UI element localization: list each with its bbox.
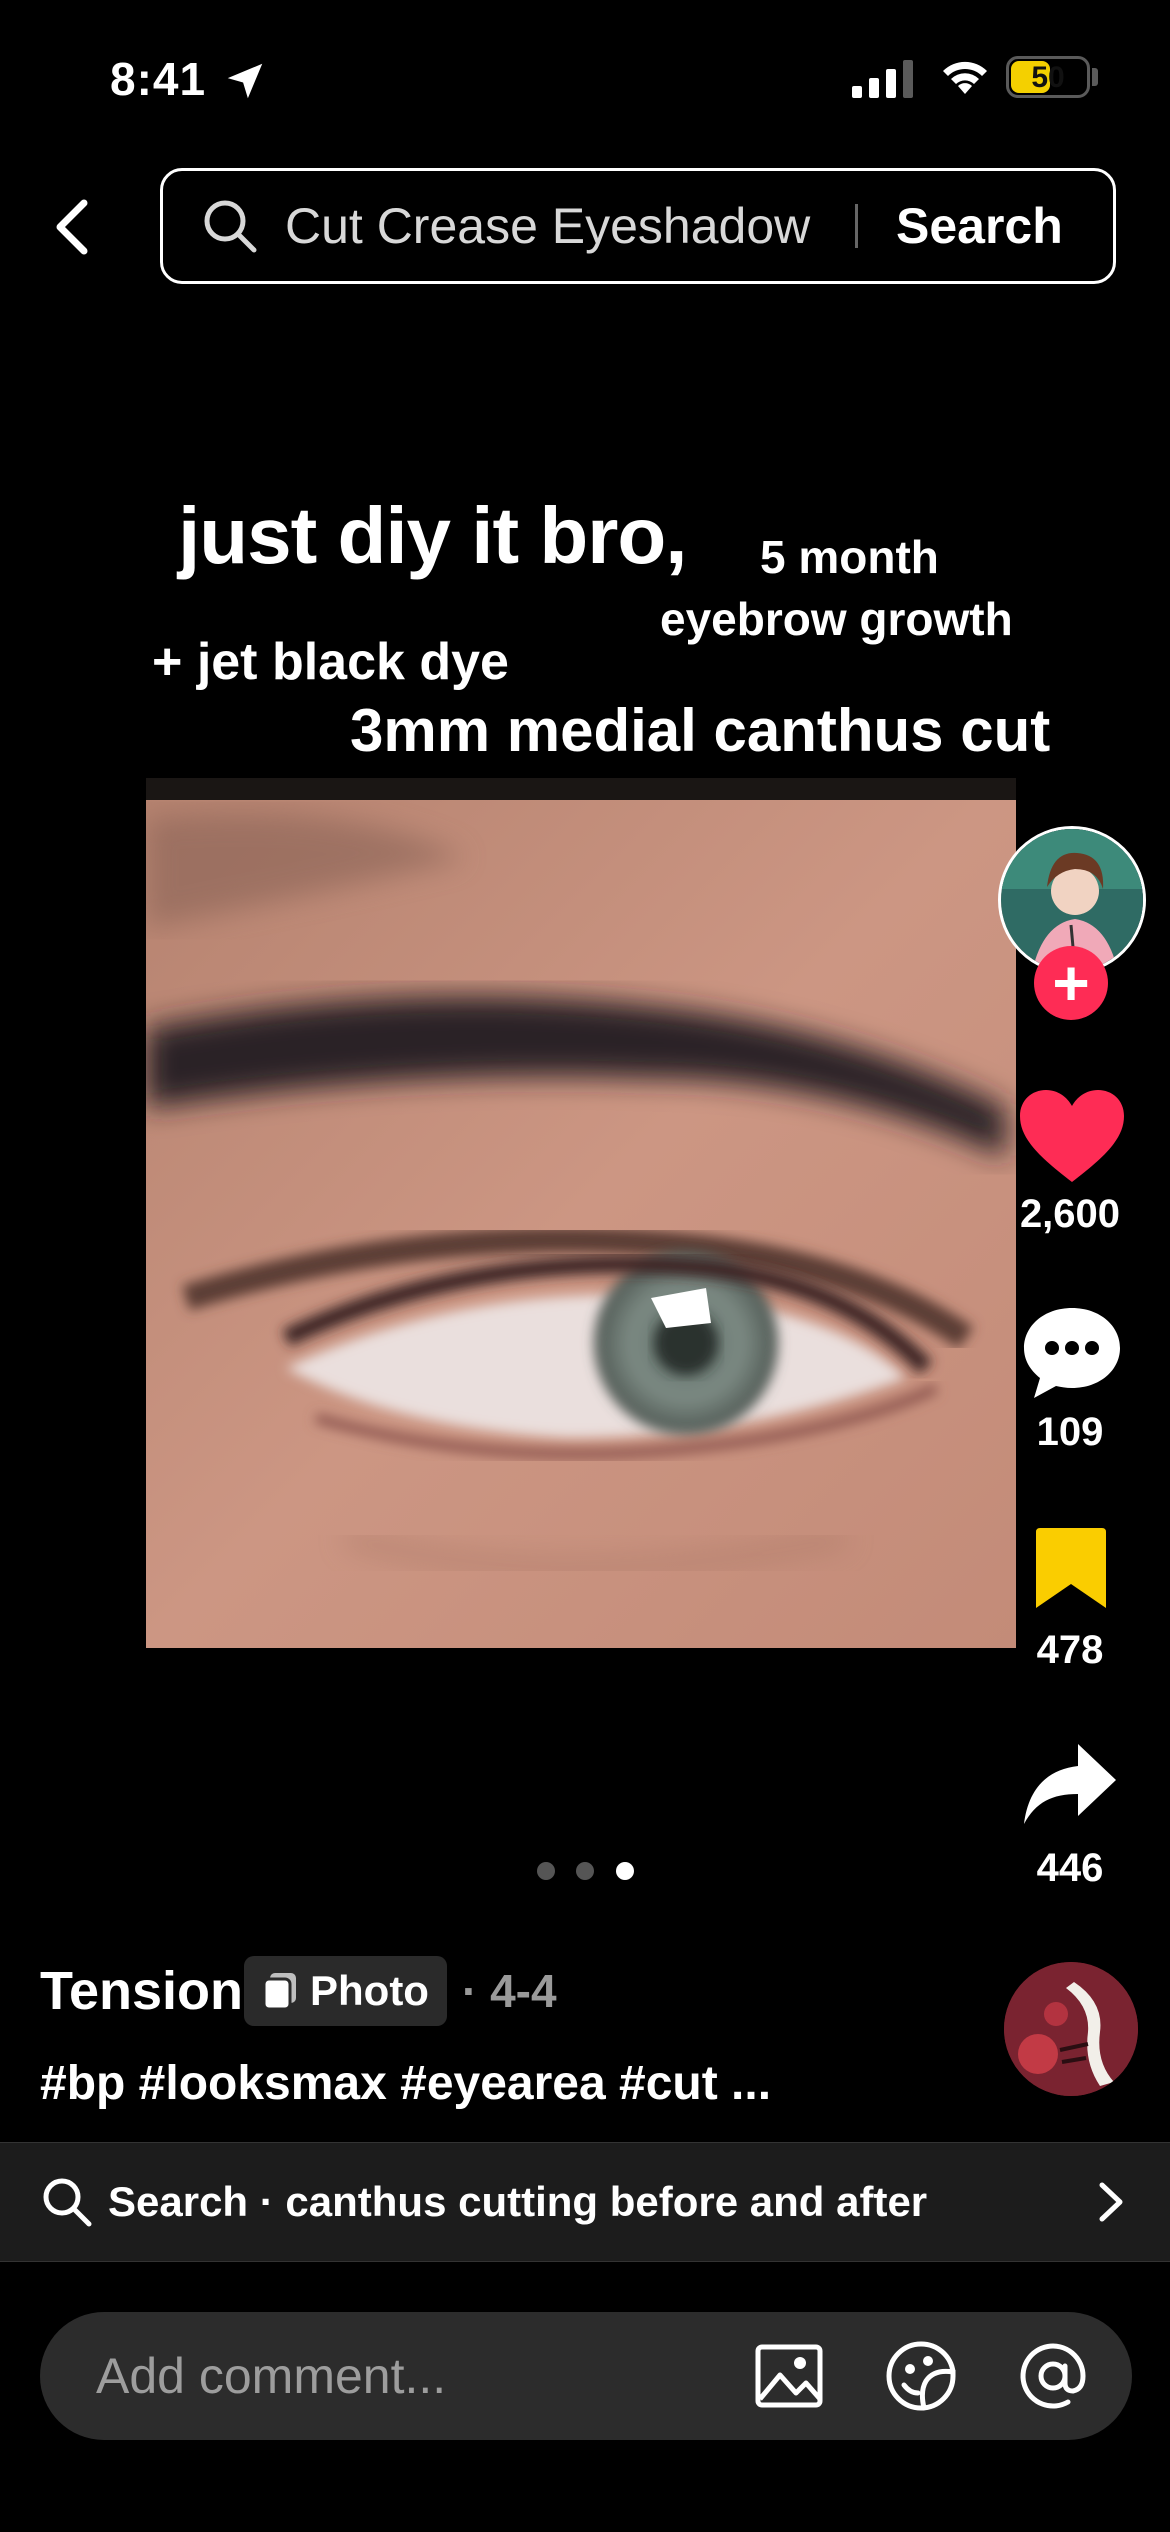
search-icon	[204, 200, 257, 253]
music-disc-image	[1004, 1962, 1138, 2096]
image-icon[interactable]	[752, 2339, 826, 2413]
mention-at-icon[interactable]	[1016, 2339, 1090, 2413]
pager-dot-active	[616, 1862, 634, 1880]
photo-badge-label: Photo	[310, 1967, 429, 2014]
share-count: 446	[1036, 1846, 1104, 1890]
post-caption[interactable]: #bp #looksmax #eyearea #cut ...	[40, 2056, 771, 2111]
search-icon	[43, 2178, 92, 2227]
post-date: · 4-4	[462, 1965, 557, 2017]
search-bar[interactable]: Cut Crease Eyeshadow Search	[160, 168, 1116, 284]
battery-cap	[1092, 68, 1098, 86]
search-divider	[855, 204, 858, 248]
comment-bubble-icon[interactable]	[1020, 1304, 1124, 1400]
bookmark-icon[interactable]	[1034, 1526, 1108, 1610]
search-button[interactable]: Search	[896, 197, 1063, 255]
share-arrow-icon[interactable]	[1022, 1742, 1118, 1826]
battery-icon: 50	[1006, 56, 1090, 98]
author-name[interactable]: Tension	[40, 1960, 243, 2022]
music-disc[interactable]	[1004, 1962, 1138, 2096]
pager-dot	[537, 1862, 555, 1880]
save-count: 478	[1036, 1628, 1104, 1672]
wifi-icon	[943, 61, 987, 94]
chevron-left-icon	[56, 199, 88, 255]
photo-type-badge: Photo	[244, 1956, 447, 2026]
location-arrow-icon	[227, 63, 263, 99]
post-photo[interactable]	[146, 778, 1016, 1648]
status-time: 8:41	[110, 53, 207, 105]
cellular-signal-icon	[852, 60, 913, 98]
overlay-text-line-4: + jet black dye	[152, 633, 509, 691]
back-button[interactable]	[40, 190, 104, 264]
overlay-text-line-3: eyebrow growth	[660, 593, 1013, 645]
overlay-text-line-2: 5 month	[760, 531, 939, 583]
emoji-sticker-icon[interactable]	[884, 2339, 958, 2413]
photo-stack-icon	[262, 1973, 296, 2011]
related-search-bar[interactable]: Search · canthus cutting before and afte…	[0, 2142, 1170, 2262]
chevron-right-icon	[1099, 2182, 1123, 2222]
comment-input-bar[interactable]: Add comment...	[40, 2312, 1132, 2440]
related-search-text: Search · canthus cutting before and afte…	[108, 2178, 928, 2225]
search-input[interactable]: Cut Crease Eyeshadow	[285, 197, 845, 255]
overlay-text-line-1: just diy it bro,	[178, 491, 687, 580]
eye-closeup-image	[146, 778, 1016, 1648]
like-heart-icon[interactable]	[1018, 1088, 1126, 1184]
battery-level: 50	[1031, 61, 1065, 94]
comment-count: 109	[1036, 1410, 1104, 1454]
like-count: 2,600	[1019, 1192, 1121, 1236]
comment-input[interactable]: Add comment...	[96, 2347, 446, 2405]
follow-button[interactable]: +	[1034, 946, 1108, 1020]
pager-dot	[576, 1862, 594, 1880]
overlay-text-line-5: 3mm medial canthus cut	[350, 697, 1051, 764]
